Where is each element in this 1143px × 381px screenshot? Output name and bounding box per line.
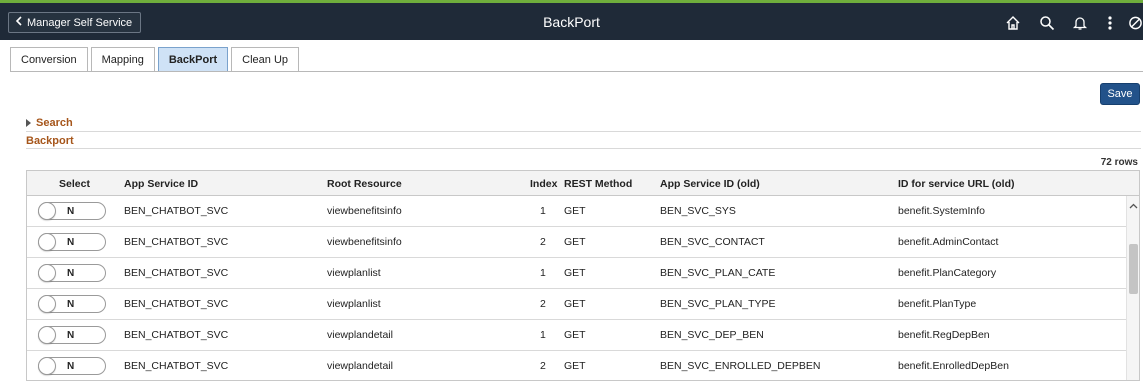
chevron-up-icon[interactable] — [1127, 199, 1139, 212]
grid-header: Select App Service ID Root Resource Inde… — [27, 171, 1139, 196]
cell-root-resource: viewbenefitsinfo — [327, 205, 402, 217]
cell-app-service-id-old: BEN_SVC_PLAN_CATE — [660, 267, 776, 279]
toggle-label: N — [67, 206, 75, 217]
cell-service-url-id-old: benefit.RegDepBen — [898, 329, 990, 341]
tab-label: Conversion — [21, 53, 77, 66]
tab-bar: Conversion Mapping BackPort Clean Up — [10, 47, 299, 71]
header-banner: Manager Self Service BackPort — [0, 3, 1143, 40]
toggle-knob — [38, 202, 56, 220]
table-row: N BEN_CHATBOT_SVC viewplanlist 2 GET BEN_SVC_… — [27, 289, 1139, 320]
toggle-knob — [38, 233, 56, 251]
table-row: N BEN_CHATBOT_SVC viewbenefitsinfo 1 GET BEN_… — [27, 196, 1139, 227]
table-row: N BEN_CHATBOT_SVC viewplandetail 2 GET BEN_SV… — [27, 351, 1139, 380]
column-header-root-resource[interactable]: Root Resource — [327, 178, 402, 190]
column-header-index[interactable]: Index — [530, 178, 557, 190]
column-header-select[interactable]: Select — [59, 178, 90, 190]
toggle-label: N — [67, 237, 75, 248]
toggle-knob — [38, 295, 56, 313]
cell-app-service-id-old: BEN_SVC_SYS — [660, 205, 736, 217]
save-button[interactable]: Save — [1100, 83, 1140, 105]
toggle-label: N — [67, 268, 75, 279]
cell-rest-method: GET — [564, 205, 586, 217]
cell-index: 2 — [540, 236, 546, 248]
no-entry-icon[interactable] — [1128, 13, 1143, 33]
bell-icon[interactable] — [1070, 13, 1090, 33]
section-title: Backport — [26, 135, 74, 147]
column-header-rest-method[interactable]: REST Method — [564, 178, 632, 190]
cell-root-resource: viewplandetail — [327, 360, 393, 372]
home-icon[interactable] — [1003, 13, 1023, 33]
cell-app-service-id: BEN_CHATBOT_SVC — [124, 360, 229, 372]
cell-rest-method: GET — [564, 236, 586, 248]
search-collapsible[interactable]: Search — [26, 117, 73, 129]
cell-root-resource: viewbenefitsinfo — [327, 236, 402, 248]
cell-service-url-id-old: benefit.EnrolledDepBen — [898, 360, 1009, 372]
cell-app-service-id-old: BEN_SVC_DEP_BEN — [660, 329, 764, 341]
cell-index: 1 — [540, 267, 546, 279]
scrollbar-thumb[interactable] — [1129, 244, 1138, 294]
tab-mapping[interactable]: Mapping — [90, 47, 155, 71]
tab-backport[interactable]: BackPort — [157, 47, 229, 71]
cell-rest-method: GET — [564, 329, 586, 341]
table-row: N BEN_CHATBOT_SVC viewbenefitsinfo 2 GET BEN_… — [27, 227, 1139, 258]
divider — [26, 131, 1141, 132]
column-header-app-service-id[interactable]: App Service ID — [124, 178, 198, 190]
backport-grid: Select App Service ID Root Resource Inde… — [26, 170, 1140, 381]
tab-conversion[interactable]: Conversion — [10, 47, 88, 71]
toggle-label: N — [67, 361, 75, 372]
vertical-scrollbar[interactable] — [1126, 196, 1139, 380]
tab-label: Mapping — [101, 53, 144, 66]
cell-root-resource: viewplandetail — [327, 329, 393, 341]
select-toggle[interactable]: N — [38, 202, 106, 220]
table-row: N BEN_CHATBOT_SVC viewplandetail 1 GET BEN_SV… — [27, 320, 1139, 351]
toggle-knob — [38, 264, 56, 282]
cell-app-service-id-old: BEN_SVC_CONTACT — [660, 236, 765, 248]
page-title: BackPort — [543, 14, 600, 30]
tab-divider — [10, 71, 1143, 72]
toggle-label: N — [67, 330, 75, 341]
table-row: N BEN_CHATBOT_SVC viewplanlist 1 GET BEN_SVC_… — [27, 258, 1139, 289]
cell-service-url-id-old: benefit.SystemInfo — [898, 205, 985, 217]
cell-index: 1 — [540, 329, 546, 341]
cell-app-service-id: BEN_CHATBOT_SVC — [124, 236, 229, 248]
cell-app-service-id: BEN_CHATBOT_SVC — [124, 205, 229, 217]
tab-label: BackPort — [168, 53, 218, 66]
cell-service-url-id-old: benefit.PlanCategory — [898, 267, 997, 279]
cell-root-resource: viewplanlist — [327, 267, 381, 279]
select-toggle[interactable]: N — [38, 233, 106, 251]
cell-rest-method: GET — [564, 360, 586, 372]
divider — [26, 148, 1141, 149]
select-toggle[interactable]: N — [38, 357, 106, 375]
column-header-service-url-id-old[interactable]: ID for service URL (old) — [898, 178, 1015, 190]
cell-app-service-id-old: BEN_SVC_ENROLLED_DEPBEN — [660, 360, 821, 372]
cell-app-service-id-old: BEN_SVC_PLAN_TYPE — [660, 298, 776, 310]
cell-index: 2 — [540, 360, 546, 372]
cell-root-resource: viewplanlist — [327, 298, 381, 310]
tab-label: Clean Up — [242, 53, 288, 66]
select-toggle[interactable]: N — [38, 264, 106, 282]
select-toggle[interactable]: N — [38, 295, 106, 313]
cell-rest-method: GET — [564, 298, 586, 310]
kebab-menu-icon[interactable] — [1100, 13, 1120, 33]
cell-service-url-id-old: benefit.AdminContact — [898, 236, 999, 248]
search-icon[interactable] — [1037, 13, 1057, 33]
search-label: Search — [36, 117, 73, 129]
tab-clean-up[interactable]: Clean Up — [231, 47, 299, 71]
toggle-knob — [38, 326, 56, 344]
select-toggle[interactable]: N — [38, 326, 106, 344]
cell-app-service-id: BEN_CHATBOT_SVC — [124, 267, 229, 279]
toggle-label: N — [67, 299, 75, 310]
cell-service-url-id-old: benefit.PlanType — [898, 298, 977, 310]
cell-app-service-id: BEN_CHATBOT_SVC — [124, 329, 229, 341]
column-header-app-service-id-old[interactable]: App Service ID (old) — [660, 178, 760, 190]
cell-index: 1 — [540, 205, 546, 217]
caret-right-icon — [26, 119, 31, 127]
cell-rest-method: GET — [564, 267, 586, 279]
cell-index: 2 — [540, 298, 546, 310]
cell-app-service-id: BEN_CHATBOT_SVC — [124, 298, 229, 310]
grid-body: N BEN_CHATBOT_SVC viewbenefitsinfo 1 GET BEN_… — [27, 196, 1139, 380]
row-count: 72 rows — [1100, 157, 1138, 168]
toggle-knob — [38, 357, 56, 375]
